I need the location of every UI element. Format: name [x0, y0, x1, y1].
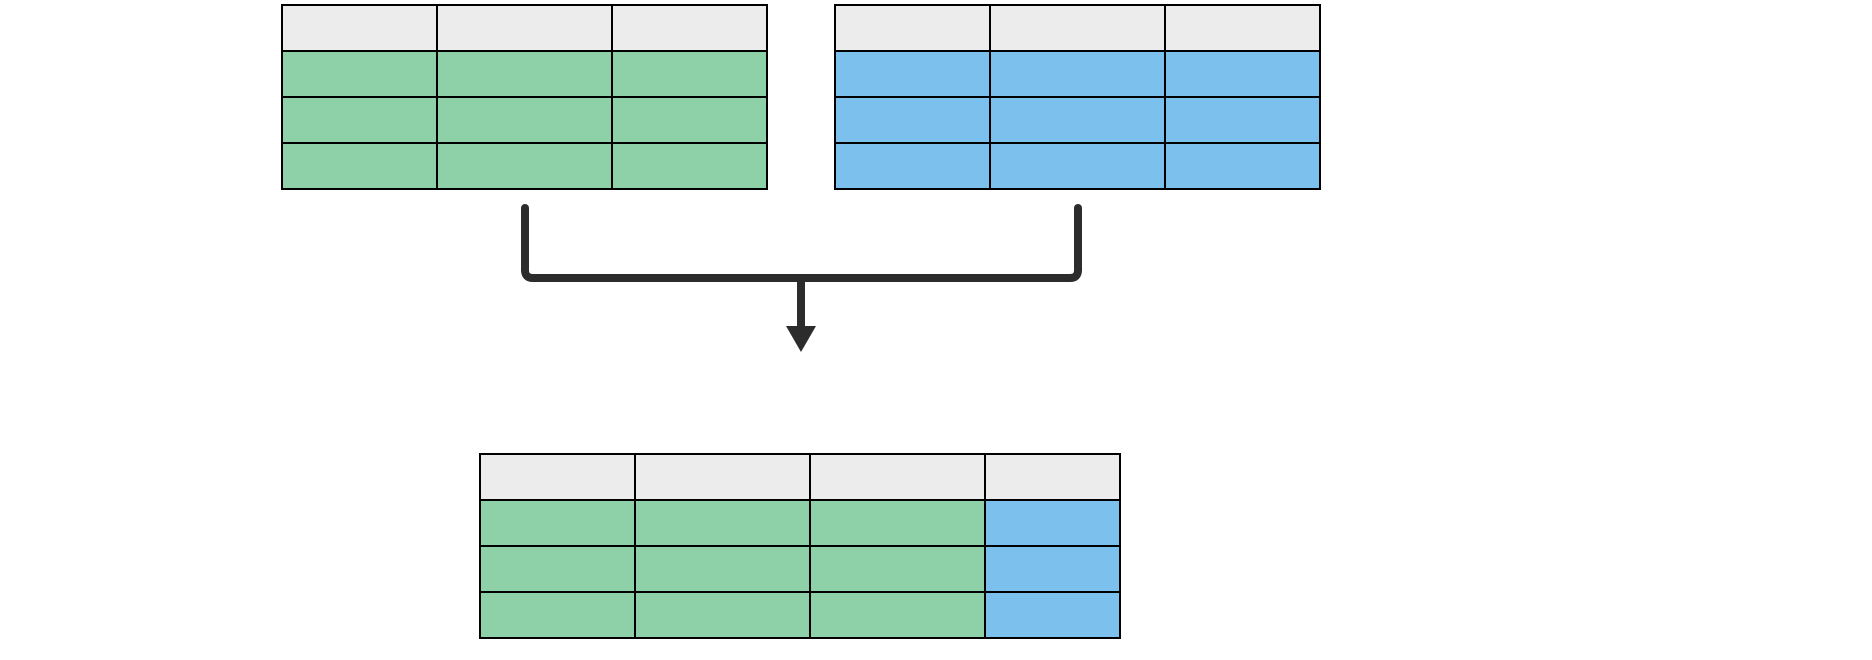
data-cell — [635, 546, 810, 592]
diagram-canvas — [0, 0, 1872, 660]
data-cell — [480, 500, 635, 546]
table-row — [480, 592, 1120, 638]
table-row — [480, 546, 1120, 592]
data-cell — [985, 500, 1120, 546]
data-cell — [480, 546, 635, 592]
data-cell — [810, 500, 985, 546]
result-table — [479, 453, 1121, 639]
header-cell — [810, 454, 985, 500]
data-cell — [810, 546, 985, 592]
data-cell — [985, 546, 1120, 592]
data-cell — [810, 592, 985, 638]
header-cell — [985, 454, 1120, 500]
data-cell — [985, 592, 1120, 638]
data-cell — [480, 592, 635, 638]
table-header-row — [480, 454, 1120, 500]
data-cell — [635, 500, 810, 546]
table-row — [480, 500, 1120, 546]
data-cell — [635, 592, 810, 638]
header-cell — [480, 454, 635, 500]
header-cell — [635, 454, 810, 500]
